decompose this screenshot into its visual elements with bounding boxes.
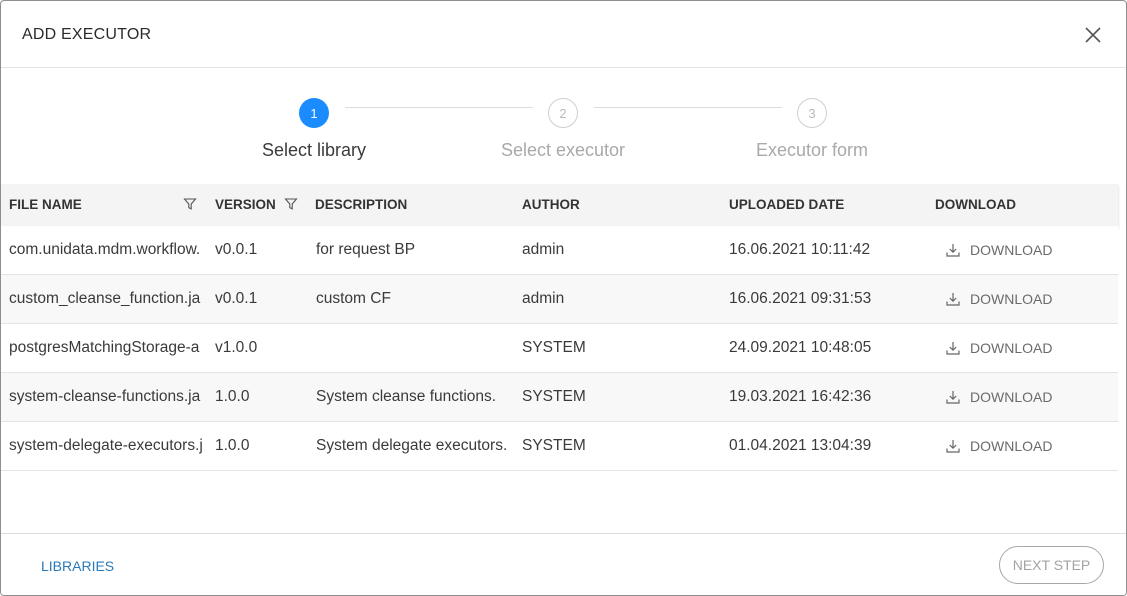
column-header-description[interactable]: DESCRIPTION	[315, 184, 407, 226]
filter-icon[interactable]	[183, 197, 197, 211]
cell-uploaded-date: 01.04.2021 13:04:39	[729, 437, 872, 454]
column-header-file-name[interactable]: FILE NAME	[9, 184, 82, 226]
cell-uploaded-date: 24.09.2021 10:48:05	[729, 339, 872, 356]
dialog-header: ADD EXECUTOR	[1, 1, 1126, 68]
download-label: DOWNLOAD	[970, 438, 1053, 454]
add-executor-dialog: ADD EXECUTOR 1 Select library 2 Select e…	[0, 0, 1127, 596]
download-icon	[946, 440, 960, 453]
table-row[interactable]: com.unidata.mdm.workflow. v0.0.1 for req…	[1, 226, 1118, 275]
download-button[interactable]: DOWNLOAD	[945, 422, 1052, 470]
download-button[interactable]: DOWNLOAD	[945, 226, 1052, 274]
cell-author: SYSTEM	[522, 339, 586, 356]
table-row[interactable]: postgresMatchingStorage-a v1.0.0 SYSTEM …	[1, 324, 1118, 373]
cell-description: System cleanse functions.	[316, 388, 497, 405]
step-number: 3	[797, 98, 827, 128]
table-row[interactable]: system-cleanse-functions.ja 1.0.0 System…	[1, 373, 1118, 422]
cell-uploaded-date: 16.06.2021 09:31:53	[729, 290, 872, 307]
cell-version: 1.0.0	[215, 388, 250, 405]
column-header-uploaded-date[interactable]: UPLOADED DATE	[729, 184, 844, 226]
cell-file-name: system-cleanse-functions.ja	[9, 388, 201, 405]
cell-version: v0.0.1	[215, 290, 258, 307]
cell-version: 1.0.0	[215, 437, 250, 454]
cell-description	[316, 324, 516, 372]
column-header-download: DOWNLOAD	[935, 197, 1016, 212]
filter-icon[interactable]	[284, 197, 298, 211]
cell-file-name: com.unidata.mdm.workflow.	[9, 241, 201, 258]
cell-version: v1.0.0	[215, 339, 258, 356]
cell-uploaded-date: 16.06.2021 10:11:42	[729, 241, 871, 258]
table-header: FILE NAME VERSION DESCRIPTION AUTHOR UPL…	[1, 184, 1118, 226]
download-button[interactable]: DOWNLOAD	[945, 373, 1052, 421]
download-label: DOWNLOAD	[970, 242, 1053, 258]
download-label: DOWNLOAD	[970, 340, 1053, 356]
download-icon	[946, 342, 960, 355]
cell-author: admin	[522, 241, 565, 258]
cell-file-name: postgresMatchingStorage-a	[9, 339, 200, 356]
table-row[interactable]: system-delegate-executors.j 1.0.0 System…	[1, 422, 1118, 471]
dialog-title: ADD EXECUTOR	[22, 26, 152, 43]
download-icon	[946, 391, 960, 404]
cell-file-name: custom_cleanse_function.ja	[9, 290, 201, 307]
table-row[interactable]: custom_cleanse_function.ja v0.0.1 custom…	[1, 275, 1118, 324]
column-header-author[interactable]: AUTHOR	[522, 184, 580, 226]
step-label: Select library	[261, 140, 367, 160]
column-header-version[interactable]: VERSION	[215, 184, 276, 226]
stepper: 1 Select library 2 Select executor 3 Exe…	[1, 68, 1126, 184]
cell-description: for request BP	[316, 241, 416, 258]
download-button[interactable]: DOWNLOAD	[945, 324, 1052, 372]
download-icon	[946, 244, 960, 257]
cell-author: admin	[522, 290, 565, 307]
cell-version: v0.0.1	[215, 241, 258, 258]
libraries-table: FILE NAME VERSION DESCRIPTION AUTHOR UPL…	[1, 184, 1118, 471]
download-label: DOWNLOAD	[970, 291, 1053, 307]
cell-description: System delegate executors.	[316, 437, 508, 454]
cell-file-name: system-delegate-executors.j	[9, 437, 203, 454]
cell-author: SYSTEM	[522, 388, 586, 405]
cell-description: custom CF	[316, 290, 391, 307]
step-select-executor: 2 Select executor	[483, 98, 643, 161]
cell-author: SYSTEM	[522, 437, 586, 454]
step-select-library: 1 Select library	[234, 98, 394, 161]
dialog-footer: LIBRARIES NEXT STEP	[1, 533, 1126, 595]
next-step-button[interactable]: NEXT STEP	[999, 546, 1104, 584]
cell-uploaded-date: 19.03.2021 16:42:36	[729, 388, 872, 405]
download-label: DOWNLOAD	[970, 389, 1053, 405]
download-icon	[946, 293, 960, 306]
download-button[interactable]: DOWNLOAD	[945, 275, 1052, 323]
step-number: 2	[548, 98, 578, 128]
step-label: Select executor	[500, 140, 626, 160]
step-label: Executor form	[755, 140, 869, 160]
step-executor-form: 3 Executor form	[732, 98, 892, 161]
close-icon[interactable]	[1081, 23, 1105, 47]
step-number: 1	[299, 98, 329, 128]
libraries-link[interactable]: LIBRARIES	[41, 558, 114, 574]
